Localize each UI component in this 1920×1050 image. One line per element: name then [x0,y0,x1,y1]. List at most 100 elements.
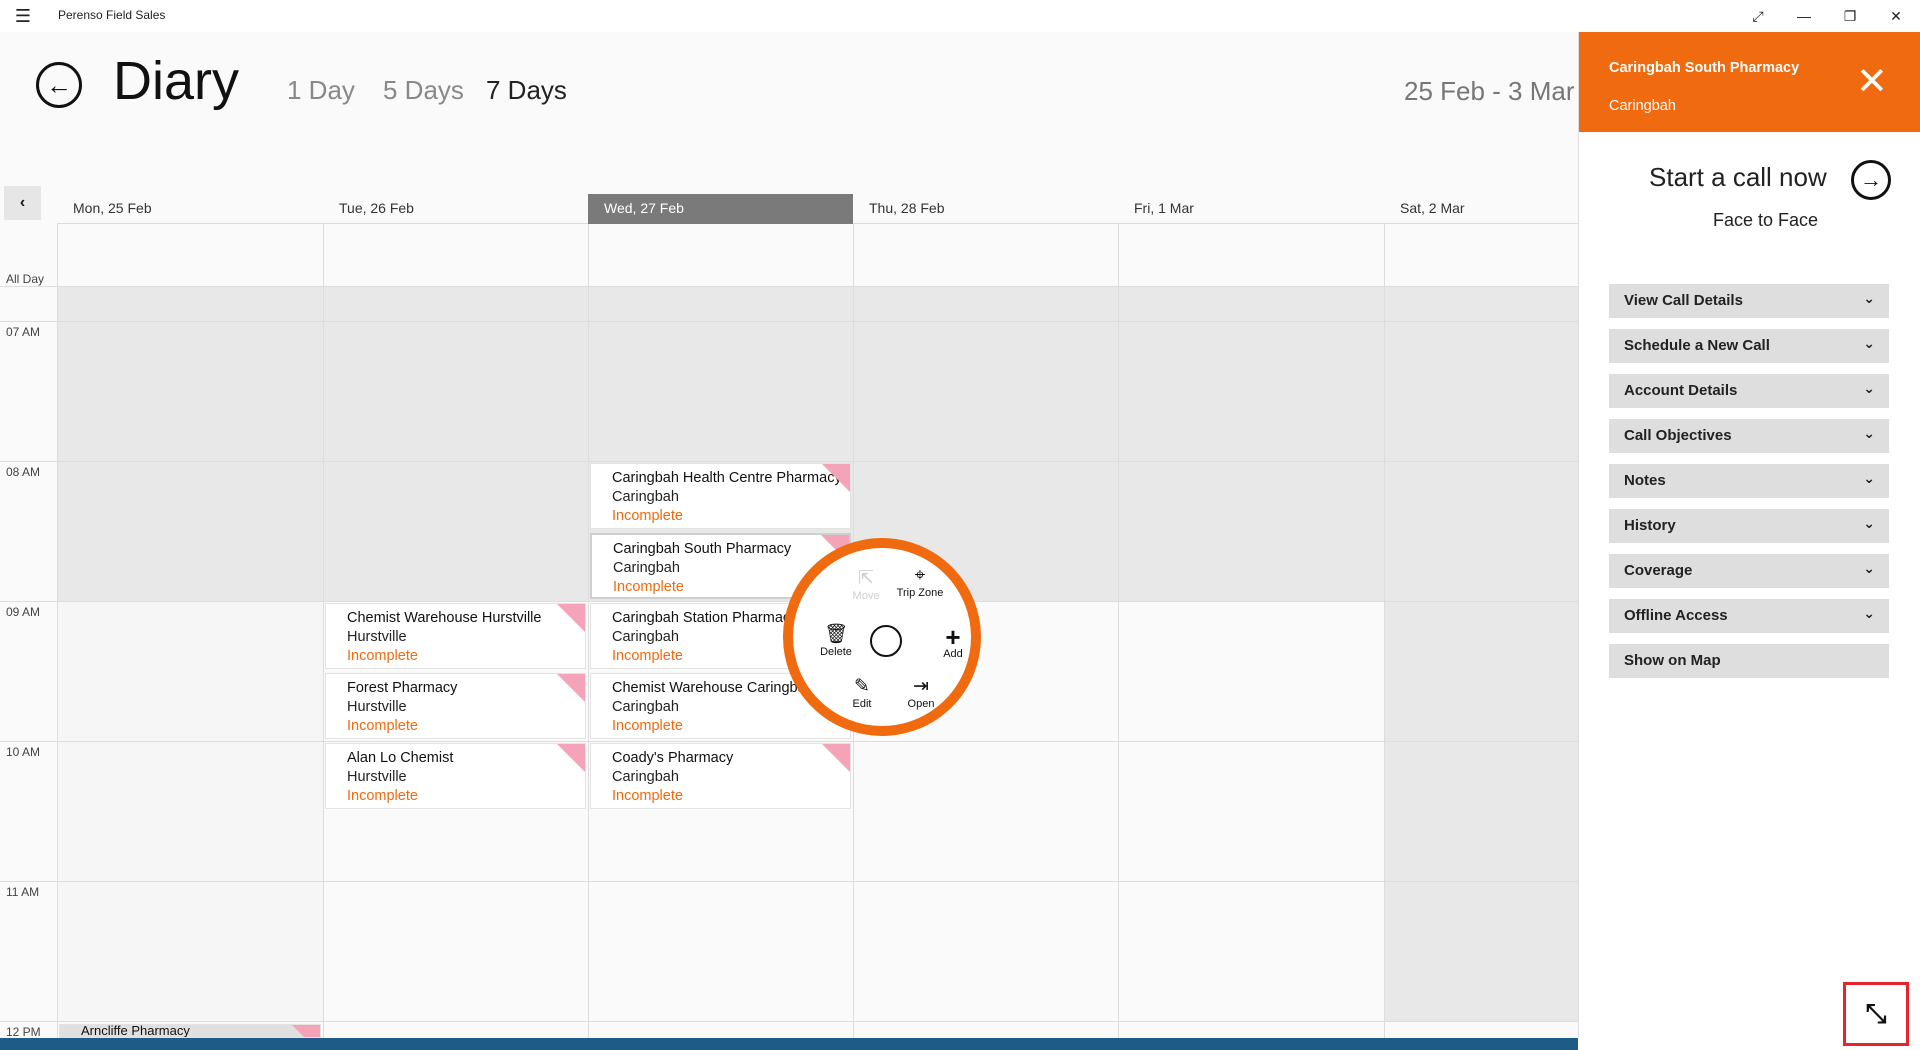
column-divider [1118,224,1119,1038]
day-header-wed[interactable]: Wed, 27 Feb [588,194,853,224]
appointment-status: Incomplete [612,648,683,664]
close-icon[interactable]: ✕ [1856,62,1888,102]
hour-line [0,321,1578,322]
delete-label: Delete [820,646,852,658]
account-name: Caringbah South Pharmacy [1609,60,1800,76]
chevron-down-icon: ⌄ [1863,290,1875,306]
open-label: Open [907,698,935,710]
close-window-button[interactable]: ✕ [1876,4,1916,28]
appointment-status: Incomplete [612,718,683,734]
all-day-divider [0,286,1578,287]
appointment-city: Caringbah [612,769,679,785]
section-notes[interactable]: Notes ⌄ [1609,464,1889,498]
start-call-label: Start a call now [1649,162,1827,192]
appointment-city: Caringbah [613,560,680,576]
appointment-type: Face to Face [612,736,697,738]
delete-button[interactable]: 🗑 Delete [806,624,866,658]
day-header-fri[interactable]: Fri, 1 Mar [1118,194,1384,224]
chevron-down-icon: ⌄ [1863,470,1875,486]
title-bar: ☰ Perenso Field Sales ⤢ — ❐ ✕ [0,0,1920,32]
add-button[interactable]: + Add [923,622,983,660]
day-header-thu[interactable]: Thu, 28 Feb [853,194,1118,224]
hour-label-09: 09 AM [6,605,41,619]
column-divider [57,224,58,1038]
appointment-card[interactable]: Forest Pharmacy Hurstville Incomplete Fa… [325,673,586,739]
open-button[interactable]: ⇥ Open [891,676,951,710]
appointment-name: Caringbah Station Pharmacy [612,610,798,626]
account-side-panel: Caringbah South Pharmacy Caringbah ✕ Sta… [1578,32,1920,1046]
section-history[interactable]: History ⌄ [1609,509,1889,543]
appointment-card[interactable]: Caringbah Health Centre Pharmacy Caringb… [590,463,851,529]
pencil-icon: ✎ [854,676,870,697]
chevron-down-icon: ⌄ [1863,425,1875,441]
section-schedule-new-call[interactable]: Schedule a New Call ⌄ [1609,329,1889,363]
appointment-city: Caringbah [612,699,679,715]
appointment-name: Alan Lo Chemist [347,750,454,766]
appointment-type: Face to Face [612,526,697,528]
day-header-tue[interactable]: Tue, 26 Feb [323,194,588,224]
edit-label: Edit [852,698,872,710]
day-header-sat[interactable]: Sat, 2 Mar [1384,194,1578,224]
move-button[interactable]: ⇱ Move [836,568,896,602]
status-bar [0,1038,1578,1050]
section-call-objectives[interactable]: Call Objectives ⌄ [1609,419,1889,453]
all-day-label: All Day [6,272,45,286]
minimize-button[interactable]: — [1784,4,1824,28]
hour-label-08: 08 AM [6,465,41,479]
add-label: Add [943,648,963,660]
incomplete-flag-icon [292,1025,320,1037]
column-divider [323,224,324,1038]
hour-line [0,741,1578,742]
section-account-details[interactable]: Account Details ⌄ [1609,374,1889,408]
start-call-arrow-icon[interactable]: → [1851,160,1891,200]
appointment-type: Face to Face [612,666,697,668]
section-label: Show on Map [1624,652,1721,669]
column-divider [588,224,589,1038]
hamburger-menu-icon[interactable]: ☰ [12,6,34,26]
move-label: Move [852,590,880,602]
appointment-card[interactable]: Chemist Warehouse Hurstville Hurstville … [325,603,586,669]
date-range: 25 Feb - 3 Mar [1404,76,1575,106]
appointment-card[interactable]: Arncliffe Pharmacy [59,1024,321,1038]
incomplete-flag-icon [557,674,585,702]
chevron-down-icon: ⌄ [1863,605,1875,621]
appointment-name: Caringbah Health Centre Pharmacy [612,470,842,486]
back-arrow-icon[interactable]: ← [36,62,82,108]
column-divider [1384,224,1385,1038]
section-show-on-map[interactable]: Show on Map [1609,644,1889,678]
fullscreen-icon[interactable]: ⤢ [1738,4,1778,28]
section-label: View Call Details [1624,292,1743,309]
plus-icon: + [945,622,961,652]
trip-zone-button[interactable]: ⌖ Trip Zone [890,565,950,599]
page-title: Diary [113,51,240,111]
collapse-icon[interactable]: ⤡ [1843,982,1909,1046]
section-coverage[interactable]: Coverage ⌄ [1609,554,1889,588]
appointment-status: Incomplete [613,579,684,595]
appointment-card[interactable]: Coady's Pharmacy Caringbah Incomplete Fa… [590,743,851,809]
hour-line [0,1021,1578,1022]
tab-1-day[interactable]: 1 Day [287,75,355,106]
radial-center-button[interactable] [870,625,902,657]
trash-icon: 🗑 [823,624,849,645]
restore-button[interactable]: ❐ [1830,4,1870,28]
section-label: Schedule a New Call [1624,337,1770,354]
tab-5-days[interactable]: 5 Days [383,75,464,106]
appointment-type: Face to Face [612,806,697,808]
appointment-status: Incomplete [612,788,683,804]
call-type: Face to Face [1713,210,1819,230]
hour-label-10: 10 AM [6,745,41,759]
section-offline-access[interactable]: Offline Access ⌄ [1609,599,1889,633]
section-view-call-details[interactable]: View Call Details ⌄ [1609,284,1889,318]
day-header-mon[interactable]: Mon, 25 Feb [57,194,323,224]
appointment-status: Incomplete [347,788,418,804]
appointment-name: Chemist Warehouse Caringbah [612,680,814,696]
appointment-card[interactable]: Alan Lo Chemist Hurstville Incomplete Fa… [325,743,586,809]
edit-button[interactable]: ✎ Edit [832,676,892,710]
tab-7-days[interactable]: 7 Days [486,75,567,106]
previous-week-button[interactable]: ‹ [4,186,41,220]
appointment-name: Forest Pharmacy [347,680,458,696]
appointment-city: Hurstville [347,769,407,785]
incomplete-flag-icon [822,744,850,772]
move-icon: ⇱ [858,568,874,589]
appointment-status: Incomplete [347,718,418,734]
